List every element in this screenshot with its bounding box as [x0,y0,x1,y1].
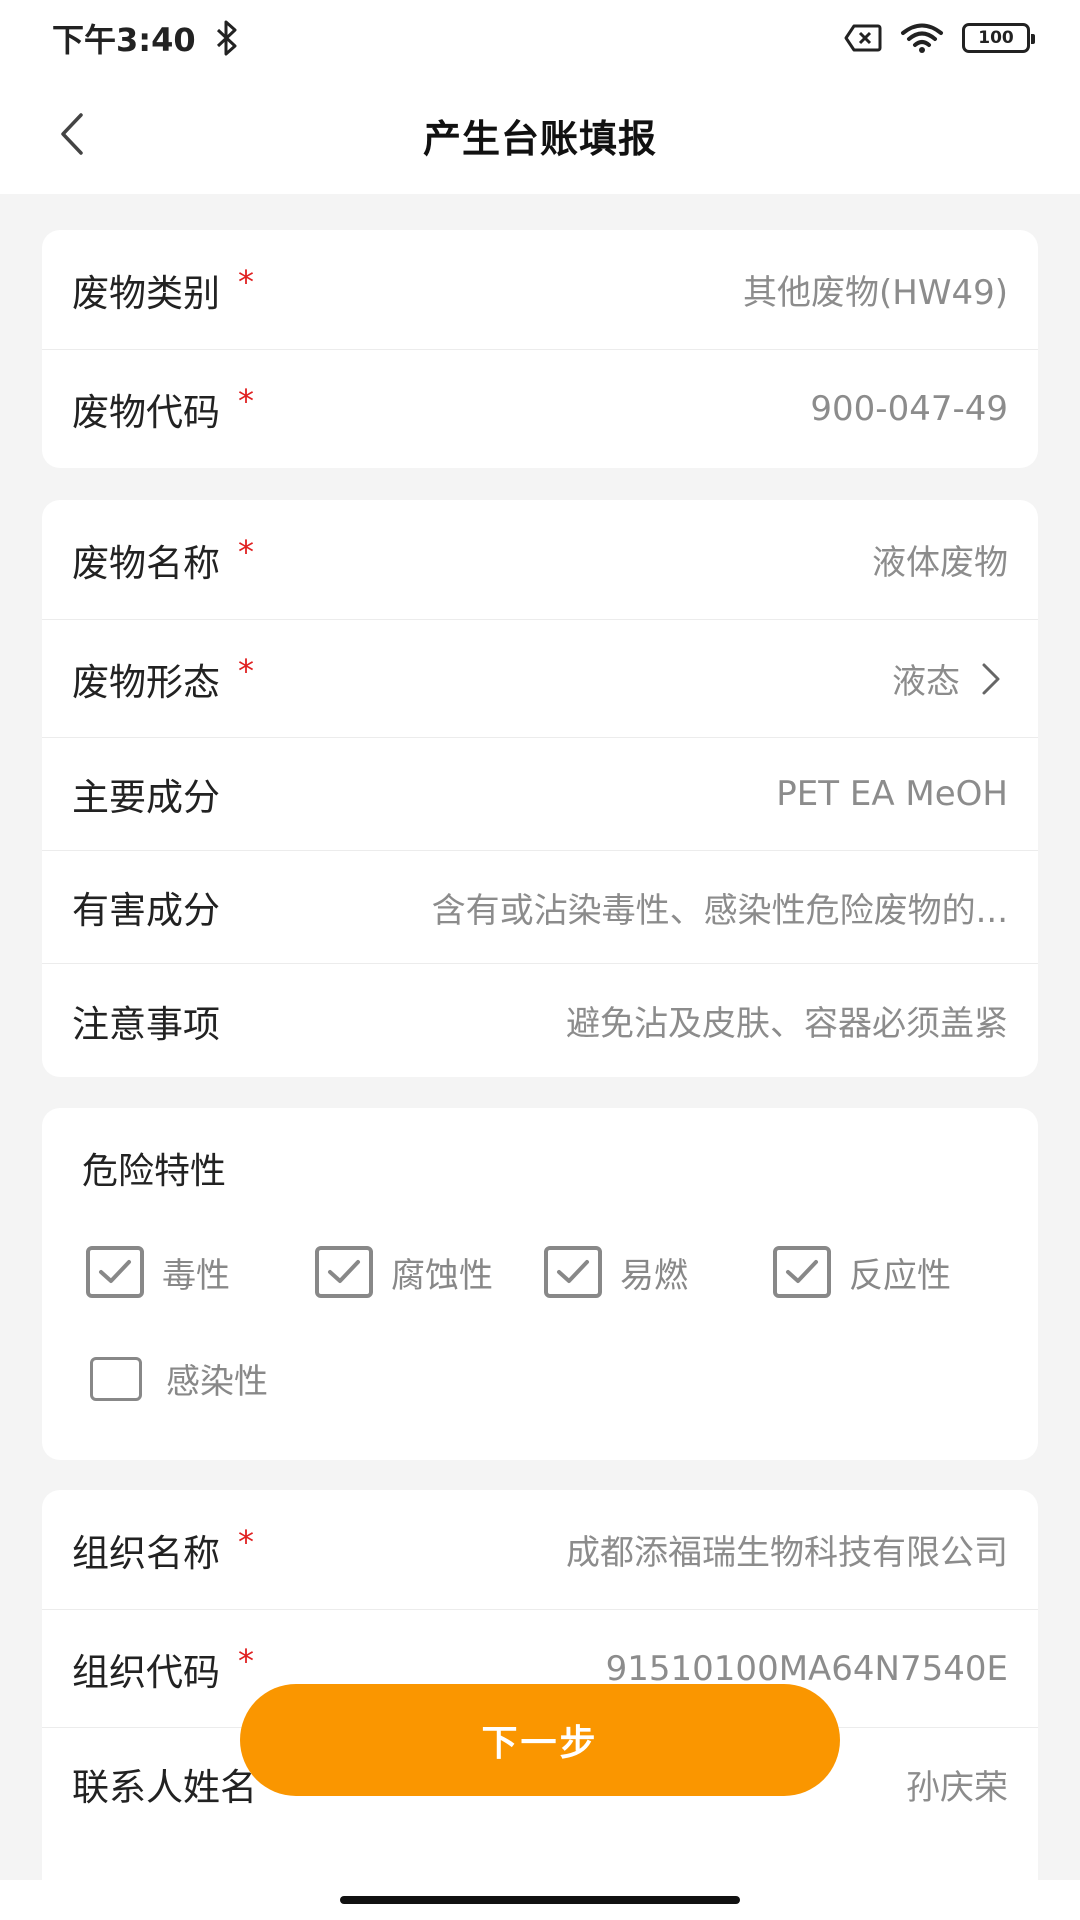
checkbox-checked-icon[interactable] [544,1246,602,1298]
org-name-row[interactable]: 组织名称 * 成都添福瑞生物科技有限公司 [42,1490,1038,1610]
harmful-components-row[interactable]: 有害成分 含有或沾染毒性、感染性危险废物的... [42,851,1038,964]
status-bar: 下午3:40 100 [0,0,1080,76]
row-label: 废物形态 [72,660,220,704]
waste-info-card: 废物名称 * 液体废物 废物形态 * 液态 主要成分 PET EA MeOH 有… [42,500,1038,1077]
row-label: 主要成分 [72,776,220,819]
checkbox-unchecked-icon[interactable] [90,1356,142,1401]
row-label: 注意事项 [72,1002,220,1046]
checkbox-checked-icon[interactable] [773,1246,831,1298]
hazard-title: 危险特性 [82,1151,227,1192]
waste-name-value: 液体废物 [872,543,1008,583]
harmful-components-value: 含有或沾染毒性、感染性危险废物的... [431,890,1008,931]
waste-code-value: 900-047-49 [810,389,1008,429]
checkbox-label: 感染性 [166,1362,268,1402]
hazard-option-flammable[interactable]: 易燃 [544,1246,688,1298]
waste-category-row[interactable]: 废物类别 * 其他废物(HW49) [42,230,1038,350]
required-mark: * [238,382,254,420]
required-mark: * [238,262,254,301]
chevron-right-icon [982,663,1000,694]
checkbox-label: 腐蚀性 [391,1255,493,1296]
bluetooth-icon [216,20,237,56]
org-code-value: 91510100MA64N7540E [605,1648,1008,1689]
hazard-option-infectious[interactable]: 感染性 [90,1354,268,1403]
back-button[interactable] [40,102,104,166]
main-components-value: PET EA MeOH [776,774,1008,814]
waste-form-value: 液态 [892,662,960,702]
waste-name-row[interactable]: 废物名称 * 液体废物 [42,500,1038,620]
waste-code-row[interactable]: 废物代码 * 900-047-49 [42,350,1038,468]
checkbox-checked-icon[interactable] [86,1246,144,1298]
required-mark: * [238,651,254,690]
required-mark: * [238,1641,254,1680]
hazard-card: 危险特性 毒性 腐蚀性 易燃 反应性 感染性 [42,1108,1038,1460]
org-name-value: 成都添福瑞生物科技有限公司 [566,1533,1008,1573]
nav-bar: 产生台账填报 [0,76,1080,194]
checkbox-label: 易燃 [620,1255,688,1296]
notes-value: 避免沾及皮肤、容器必须盖紧 [566,1004,1008,1044]
waste-category-value: 其他废物(HW49) [743,273,1008,313]
required-mark: * [238,1522,254,1561]
waste-category-card: 废物类别 * 其他废物(HW49) 废物代码 * 900-047-49 [42,230,1038,468]
checkbox-label: 反应性 [849,1255,951,1296]
status-icons: 100 [844,22,1035,54]
contact-name-value: 孙庆荣 [906,1767,1008,1808]
hazard-option-reactive[interactable]: 反应性 [773,1246,951,1298]
row-label: 联系人姓名 [72,1766,257,1809]
checkbox-label: 毒性 [162,1255,230,1296]
row-label: 废物代码 [72,391,220,434]
checkbox-checked-icon[interactable] [315,1246,373,1298]
hazard-option-corrosive[interactable]: 腐蚀性 [315,1246,493,1298]
waste-form-row[interactable]: 废物形态 * 液态 [42,620,1038,738]
status-time: 下午3:40 [52,21,196,59]
row-label: 废物名称 [72,541,220,585]
row-label: 废物类别 [72,271,220,315]
battery-icon: 100 [962,23,1035,53]
row-label: 组织名称 [72,1531,220,1575]
notes-row[interactable]: 注意事项 避免沾及皮肤、容器必须盖紧 [42,964,1038,1077]
required-mark: * [238,532,254,571]
row-label: 有害成分 [72,889,220,932]
home-indicator[interactable] [340,1896,740,1904]
next-step-button[interactable]: 下一步 [240,1684,840,1796]
main-components-row[interactable]: 主要成分 PET EA MeOH [42,738,1038,851]
sim-off-icon [844,24,882,52]
row-label: 组织代码 [72,1650,220,1694]
chevron-left-icon [61,113,83,155]
battery-level: 100 [978,28,1014,48]
hazard-option-toxic[interactable]: 毒性 [86,1246,230,1298]
page-title: 产生台账填报 [422,116,657,161]
wifi-icon [901,23,943,53]
page: 下午3:40 100 产生台账填报 废物类别 * 其他废物(HW49) 废物代码… [0,0,1080,1920]
